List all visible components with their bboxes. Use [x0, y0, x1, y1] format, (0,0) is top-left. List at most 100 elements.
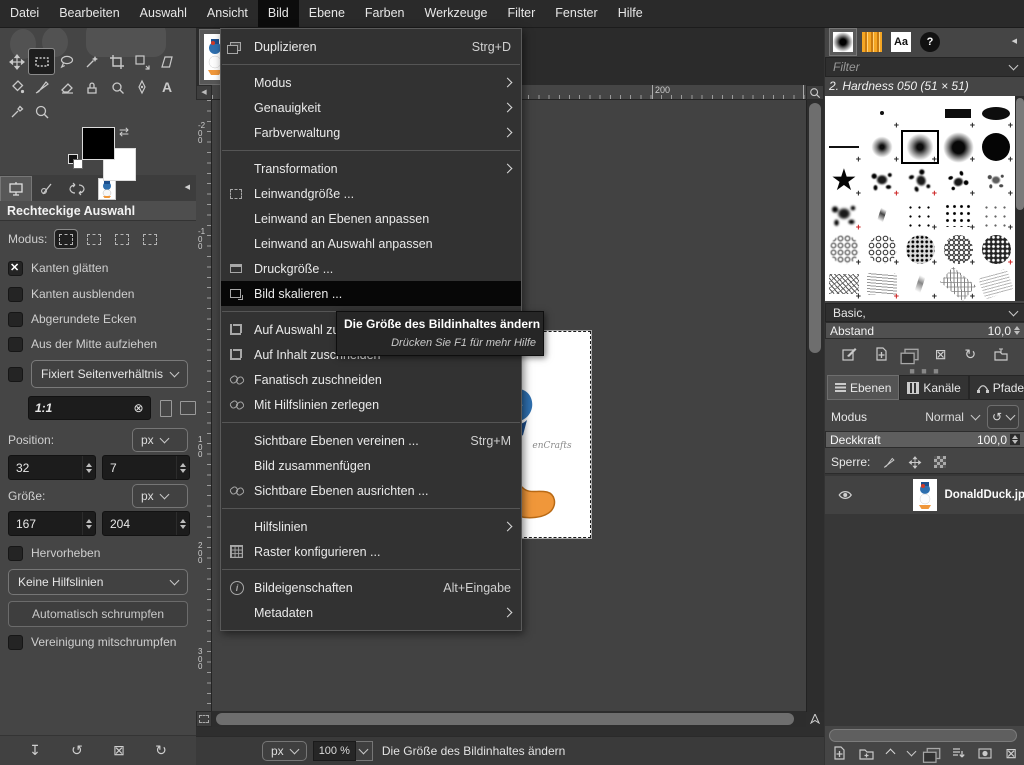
menu-item-farbverwaltung[interactable]: Farbverwaltung — [221, 120, 521, 145]
zoom-follow-window-icon[interactable] — [806, 85, 824, 100]
brush-thumb[interactable] — [901, 267, 939, 301]
tab-fonts[interactable]: Aa — [888, 29, 914, 55]
tab-channels[interactable]: Kanäle — [899, 375, 968, 400]
tab-help[interactable]: ? — [917, 29, 943, 55]
brush-thumb[interactable] — [977, 233, 1015, 267]
fixed-dropdown[interactable]: Fixiert Seitenverhältnis — [31, 360, 188, 388]
mode-subtract-button[interactable] — [111, 230, 133, 248]
clone-tool[interactable] — [79, 74, 104, 99]
expand-center-checkbox[interactable] — [8, 337, 23, 352]
size-unit-dropdown[interactable]: px — [132, 484, 188, 508]
foreground-color-swatch[interactable] — [82, 127, 115, 160]
spinner-icon[interactable] — [82, 512, 95, 535]
menu-bild[interactable]: Bild — [258, 0, 299, 27]
brush-thumb[interactable] — [977, 96, 1015, 130]
brush-thumb[interactable] — [825, 233, 863, 267]
new-layer-icon[interactable] — [833, 746, 846, 760]
bucket-fill-tool[interactable] — [4, 74, 29, 99]
mode-replace-button[interactable] — [55, 230, 77, 248]
collapse-left-dock-icon[interactable]: ◀ — [185, 183, 190, 193]
shrink-merged-checkbox[interactable] — [8, 635, 23, 650]
position-unit-dropdown[interactable]: px — [132, 428, 188, 452]
spinner-icon[interactable] — [176, 456, 189, 479]
menu-item-bild-skalieren[interactable]: Bild skalieren ... — [221, 281, 521, 306]
save-preset-icon[interactable]: ↧ — [29, 742, 41, 759]
brush-thumb[interactable] — [863, 233, 901, 267]
menu-item-duplizieren[interactable]: Duplizieren Strg+D — [221, 34, 521, 59]
rounded-corners-checkbox[interactable] — [8, 312, 23, 327]
menu-item-sichtbare-ebenen-ausrichten[interactable]: Sichtbare Ebenen ausrichten ... — [221, 478, 521, 503]
brush-thumb[interactable] — [977, 164, 1015, 198]
lock-alpha-icon[interactable] — [934, 456, 946, 468]
brush-thumb[interactable] — [863, 164, 901, 198]
new-group-icon[interactable] — [859, 747, 874, 760]
paths-tool[interactable] — [129, 74, 154, 99]
rectangle-select-tool[interactable] — [29, 49, 54, 74]
lock-position-icon[interactable] — [908, 456, 922, 469]
brush-thumb[interactable] — [825, 96, 863, 130]
layer-thumbnail[interactable] — [913, 479, 937, 511]
duplicate-layer-icon[interactable] — [926, 747, 940, 758]
visibility-eye-icon[interactable] — [837, 489, 853, 501]
zoom-value[interactable]: 100 % — [313, 741, 356, 761]
brush-thumb[interactable] — [901, 198, 939, 232]
brush-thumb[interactable] — [977, 267, 1015, 301]
menu-item-bildeigenschaften[interactable]: i Bildeigenschaften Alt+Eingabe — [221, 575, 521, 600]
brush-group-dropdown[interactable]: Basic, — [825, 303, 1024, 322]
mode-add-button[interactable] — [83, 230, 105, 248]
open-brush-icon[interactable] — [994, 348, 1008, 361]
lower-layer-icon[interactable] — [906, 747, 916, 757]
mask-icon[interactable] — [978, 747, 992, 760]
horizontal-scrollbar-thumb[interactable] — [216, 713, 794, 725]
brush-thumb[interactable] — [977, 198, 1015, 232]
spinner-icon[interactable] — [176, 512, 189, 535]
spacing-slider[interactable]: Abstand 10,0 — [825, 322, 1024, 339]
menu-item-raster-konfigurieren[interactable]: Raster konfigurieren ... — [221, 539, 521, 564]
landscape-icon[interactable] — [180, 401, 196, 415]
brush-thumb[interactable] — [863, 96, 901, 130]
vertical-scrollbar[interactable] — [806, 100, 824, 712]
quick-mask-toggle[interactable] — [196, 711, 212, 727]
brush-grid-scrollbar[interactable] — [1015, 96, 1024, 301]
brush-thumb[interactable] — [939, 96, 977, 130]
zoom-dropdown[interactable] — [356, 741, 373, 761]
delete-preset-icon[interactable]: ⊠ — [113, 742, 125, 759]
navigation-button[interactable] — [806, 711, 824, 727]
position-x-input[interactable]: 32 — [8, 455, 96, 480]
refresh-brushes-icon[interactable]: ↻ — [964, 346, 976, 363]
menu-hilfe[interactable]: Hilfe — [608, 0, 653, 27]
position-y-input[interactable]: 7 — [102, 455, 190, 480]
restore-preset-icon[interactable]: ↺ — [71, 742, 83, 759]
dock-grip[interactable]: ■ ■ ■ — [825, 367, 1024, 375]
tab-paths[interactable]: Pfade — [969, 375, 1024, 400]
size-h-input[interactable]: 204 — [102, 511, 190, 536]
smudge-tool[interactable] — [104, 74, 129, 99]
free-select-tool[interactable] — [54, 49, 79, 74]
menu-item-druckgroesse[interactable]: Druckgröße ... — [221, 256, 521, 281]
brush-thumb[interactable] — [901, 96, 939, 130]
menu-item-leinwand-ebenen[interactable]: Leinwand an Ebenen anpassen — [221, 206, 521, 231]
menu-item-metadaten[interactable]: Metadaten — [221, 600, 521, 625]
tab-device-status[interactable] — [32, 177, 62, 201]
brush-thumb[interactable]: ★ — [825, 164, 863, 198]
brush-thumb[interactable] — [939, 164, 977, 198]
menu-auswahl[interactable]: Auswahl — [130, 0, 197, 27]
brush-filter-row[interactable]: Filter — [825, 57, 1024, 77]
spinner-icon[interactable] — [82, 456, 95, 479]
brush-thumb[interactable] — [939, 198, 977, 232]
layers-list[interactable]: DonaldDuck.jp — [825, 473, 1024, 726]
menu-item-leinwand-auswahl[interactable]: Leinwand an Auswahl anpassen — [221, 231, 521, 256]
default-colors-icon[interactable] — [68, 154, 82, 168]
delete-layer-icon[interactable]: ⊠ — [1005, 745, 1017, 762]
ratio-input[interactable]: 1:1 ⊗ — [28, 396, 151, 420]
ruler-origin-button[interactable]: ◀ — [196, 85, 212, 100]
layer-row[interactable]: DonaldDuck.jp — [825, 476, 1024, 514]
tab-patterns[interactable] — [859, 29, 885, 55]
menu-item-bild-zusammenfuegen[interactable]: Bild zusammenfügen — [221, 453, 521, 478]
fuzzy-select-tool[interactable] — [79, 49, 104, 74]
portrait-icon[interactable] — [160, 400, 173, 417]
guides-dropdown[interactable]: Keine Hilfslinien — [8, 569, 188, 595]
vertical-scrollbar-thumb[interactable] — [809, 103, 821, 353]
mode-options-button[interactable]: ↺ — [987, 405, 1019, 429]
tab-brushes[interactable] — [830, 29, 856, 55]
